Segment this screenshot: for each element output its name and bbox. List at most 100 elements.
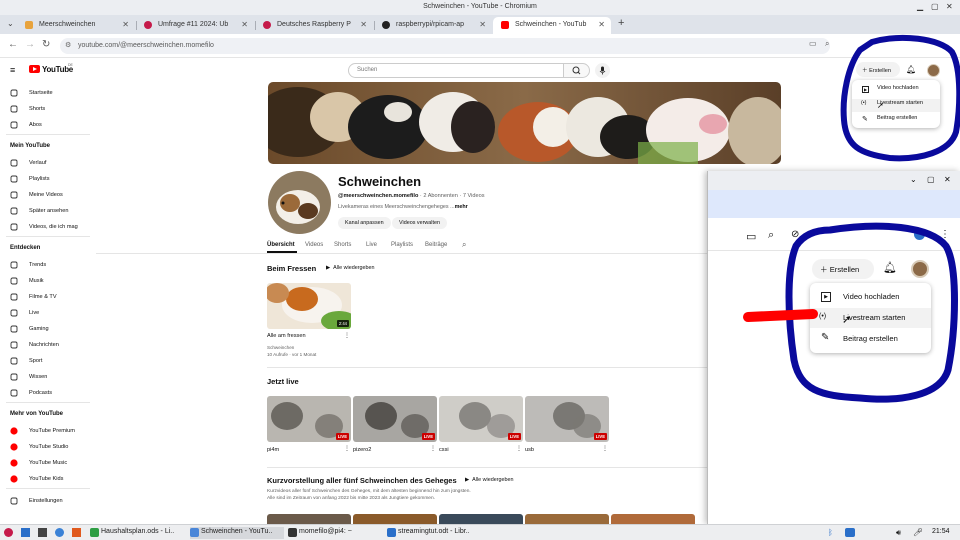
volume-icon[interactable]: 🔊︎ bbox=[896, 528, 901, 537]
cast-icon[interactable]: ▭ bbox=[809, 39, 817, 48]
sidebar-item[interactable]: Später ansehen bbox=[10, 207, 94, 219]
video-thumbnail[interactable] bbox=[611, 514, 695, 524]
sidebar-item[interactable]: Meine Videos bbox=[10, 191, 94, 203]
live-video-title[interactable]: pi4m bbox=[267, 447, 279, 453]
tab-live[interactable]: Live bbox=[366, 242, 377, 248]
more-options-icon[interactable]: ⋮ bbox=[344, 332, 350, 339]
sidebar-item[interactable]: Nachrichten bbox=[10, 341, 94, 353]
more-options-icon[interactable]: ⋮ bbox=[430, 445, 436, 452]
description-more-link[interactable]: mehr bbox=[455, 204, 468, 210]
upload-video-item[interactable]: ▶ Video hochladen bbox=[852, 84, 940, 97]
taskbar-app[interactable]: Schweinchen - YouTu.. bbox=[190, 527, 284, 539]
sidebar-item[interactable]: YouTube Music bbox=[10, 459, 94, 471]
tab-raspberry-forum[interactable]: Deutsches Raspberry P ✕ bbox=[255, 17, 373, 34]
sidebar-item[interactable]: YouTube Premium bbox=[10, 427, 94, 439]
tab-close-icon[interactable]: ✕ bbox=[122, 20, 129, 29]
profile-icon[interactable] bbox=[914, 229, 925, 240]
sidebar-item[interactable]: Einstellungen bbox=[10, 497, 94, 509]
manage-videos-button[interactable]: Videos verwalten bbox=[392, 217, 447, 229]
browser-launcher-icon[interactable] bbox=[55, 528, 64, 537]
live-video-thumbnail[interactable]: LIVE bbox=[439, 396, 523, 442]
sidebar-item[interactable]: Filme & TV bbox=[10, 293, 94, 305]
reload-icon[interactable]: ↻ bbox=[42, 39, 50, 50]
account-avatar[interactable] bbox=[911, 260, 929, 278]
sidebar-item[interactable]: Playlists bbox=[10, 175, 94, 187]
forward-icon[interactable]: → bbox=[25, 39, 35, 50]
sidebar-item[interactable]: Shorts bbox=[10, 105, 94, 117]
launcher-icon[interactable] bbox=[72, 528, 81, 537]
menu-dots-icon[interactable]: ⋮ bbox=[940, 229, 950, 240]
live-video-title[interactable]: pizero2 bbox=[353, 447, 371, 453]
live-video-thumbnail[interactable]: LIVE bbox=[525, 396, 609, 442]
zoom-icon[interactable]: ⌕ bbox=[825, 39, 829, 49]
go-live-item[interactable]: (•) Livestream starten bbox=[810, 308, 931, 328]
chevron-down-icon[interactable]: ⌄ bbox=[910, 175, 917, 184]
maximize-icon[interactable]: ▢ bbox=[927, 175, 935, 184]
sidebar-item[interactable]: Live bbox=[10, 309, 94, 321]
tab-playlists[interactable]: Playlists bbox=[391, 242, 413, 248]
raspberry-menu-icon[interactable] bbox=[4, 528, 13, 537]
back-icon[interactable]: ← bbox=[8, 39, 18, 50]
sidebar-item[interactable]: Videos, die ich mag bbox=[10, 223, 94, 235]
maximize-icon[interactable]: ▢ bbox=[931, 2, 939, 11]
close-window-icon[interactable]: ✕ bbox=[946, 2, 953, 11]
tab-close-icon[interactable]: ✕ bbox=[360, 20, 367, 29]
tab-umfrage[interactable]: Umfrage #11 2024: Ub ✕ bbox=[136, 17, 254, 34]
sidebar-item[interactable]: Abos bbox=[10, 121, 94, 133]
search-button[interactable] bbox=[564, 63, 590, 78]
video-thumbnail[interactable] bbox=[439, 514, 523, 524]
live-video-title[interactable]: cssi bbox=[439, 447, 449, 453]
tab-close-icon[interactable]: ✕ bbox=[598, 20, 605, 29]
taskbar-app[interactable]: momefilo@pi4: ~ bbox=[288, 527, 384, 539]
address-bar[interactable]: ⚙ youtube.com/@meerschweinchen.momefilo bbox=[60, 38, 830, 54]
go-live-item[interactable]: (•) Livestream starten bbox=[852, 99, 940, 112]
live-video-title[interactable]: usb bbox=[525, 447, 534, 453]
site-info-icon[interactable]: ⚙ bbox=[65, 41, 71, 49]
tab-github[interactable]: raspberrypi/rpicam-ap ✕ bbox=[374, 17, 492, 34]
tab-shorts[interactable]: Shorts bbox=[334, 242, 351, 248]
search-input[interactable]: Suchen bbox=[348, 63, 564, 78]
tab-close-icon[interactable]: ✕ bbox=[241, 20, 248, 29]
sidebar-item[interactable]: Startseite bbox=[10, 89, 94, 101]
customize-channel-button[interactable]: Kanal anpassen bbox=[338, 217, 391, 229]
video-title[interactable]: Alle am fressen bbox=[267, 333, 306, 339]
channel-avatar[interactable] bbox=[268, 171, 331, 234]
sidebar-item[interactable]: YouTube Kids bbox=[10, 475, 94, 487]
sidebar-item[interactable]: Wissen bbox=[10, 373, 94, 385]
video-thumbnail[interactable]: 2:44 bbox=[267, 283, 351, 329]
create-button[interactable]: ＋ Erstellen bbox=[856, 62, 900, 77]
create-post-item[interactable]: ✎ Beitrag erstellen bbox=[852, 114, 940, 127]
file-manager-icon[interactable] bbox=[21, 528, 30, 537]
sidebar-section-you[interactable]: Mein YouTube bbox=[10, 143, 50, 149]
more-options-icon[interactable]: ⋮ bbox=[516, 445, 522, 452]
live-video-thumbnail[interactable]: LIVE bbox=[267, 396, 351, 442]
sidebar-item[interactable]: Musik bbox=[10, 277, 94, 289]
close-icon[interactable]: ✕ bbox=[944, 175, 951, 184]
live-video-thumbnail[interactable]: LIVE bbox=[353, 396, 437, 442]
sidebar-item[interactable]: Sport bbox=[10, 357, 94, 369]
bluetooth-icon[interactable]: ᛒ bbox=[828, 528, 833, 537]
terminal-launcher-icon[interactable] bbox=[38, 528, 47, 537]
tab-videos[interactable]: Videos bbox=[305, 242, 323, 248]
voice-search-button[interactable] bbox=[595, 63, 610, 78]
account-avatar[interactable] bbox=[927, 64, 940, 77]
sidebar-item[interactable]: YouTube Studio bbox=[10, 443, 94, 455]
minimize-icon[interactable]: ▁ bbox=[917, 2, 923, 11]
microphone-icon[interactable]: 🎤︎ bbox=[913, 528, 923, 537]
create-post-item[interactable]: ✎ Beitrag erstellen bbox=[810, 329, 931, 349]
tab-overview[interactable]: Übersicht bbox=[267, 242, 295, 248]
play-all-button-feeding[interactable]: ▶ Alle wiedergeben bbox=[326, 265, 375, 271]
eye-off-icon[interactable]: ⊘ bbox=[791, 229, 799, 240]
zoom-icon[interactable]: ⌕ bbox=[768, 229, 774, 242]
notifications-icon[interactable]: 🔔︎ bbox=[883, 261, 897, 274]
play-all-button-intro[interactable]: ▶ Alle wiedergeben bbox=[465, 477, 514, 483]
tab-list-chevron-icon[interactable]: ⌄ bbox=[7, 19, 14, 28]
upload-video-item[interactable]: ▶ Video hochladen bbox=[810, 287, 931, 307]
video-thumbnail[interactable] bbox=[525, 514, 609, 524]
cast-icon[interactable]: ▭ bbox=[746, 230, 756, 243]
create-button-zoomed[interactable]: ＋ Erstellen bbox=[812, 259, 874, 279]
notifications-icon[interactable]: 🔔︎ bbox=[906, 65, 916, 74]
sidebar-item[interactable]: Trends bbox=[10, 261, 94, 273]
new-tab-icon[interactable]: + bbox=[618, 17, 624, 29]
menu-icon[interactable]: ≡ bbox=[10, 65, 15, 75]
